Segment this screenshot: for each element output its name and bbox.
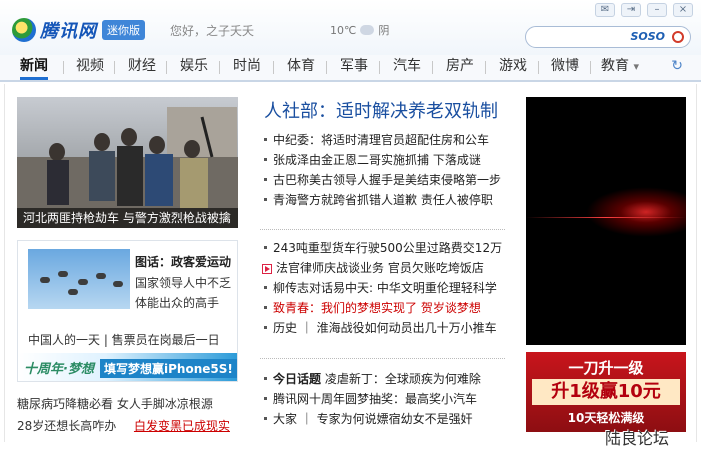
weather-desc: 阴: [378, 24, 390, 37]
headline-photo[interactable]: 河北两匪持枪劫车 与警方激烈枪战被擒: [17, 97, 238, 228]
news-list-3: 今日话题 凌虐新丁：全球顽疾为何难除 腾讯网十周年圆梦抽奖：最高奖小汽车 大家 …: [260, 369, 512, 429]
health-link-highlight[interactable]: 白发变黑已成现实: [134, 419, 230, 433]
soso-brand: SOSO: [630, 30, 665, 43]
list-item[interactable]: 张成泽由金正恩二哥实施抓捕 下落成谜: [260, 150, 512, 170]
nav-item-house[interactable]: 房产: [446, 55, 474, 80]
minimize-icon[interactable]: –: [647, 3, 667, 17]
ad-line-1: 一刀升一级: [568, 359, 644, 377]
nav-item-auto[interactable]: 汽车: [393, 55, 421, 80]
pin-icon[interactable]: ⇥: [621, 3, 641, 17]
top-bar: 腾讯网 迷你版 您好，之子夭夭 10℃ 阴 ✉ ⇥ – × SOSO: [0, 0, 701, 55]
nav-item-news[interactable]: 新闻: [20, 55, 48, 80]
feature-links[interactable]: 中国人的一天 | 售票员在岗最后一日: [28, 331, 220, 348]
cloud-icon: [360, 25, 375, 35]
watermark: 陆良论坛: [605, 429, 670, 448]
weather[interactable]: 10℃ 阴: [330, 22, 389, 38]
chevron-down-icon: ▾: [633, 60, 639, 73]
skydiving-photo[interactable]: [28, 249, 130, 309]
nav-item-education-label: 教育: [601, 58, 629, 74]
feature-box: 图话：政客爱运动 国家领导人中不乏体能出众的高手 中国人的一天 | 售票员在岗最…: [17, 240, 238, 382]
feature-title[interactable]: 图话：政客爱运动: [135, 253, 231, 270]
ad-line-2: 升1级赢10元: [532, 379, 680, 405]
banner-logo-text: 十周年·梦想: [24, 362, 94, 377]
nav-item-games[interactable]: 游戏: [499, 55, 527, 80]
ad-banner-game[interactable]: 一刀升一级 升1级赢10元 10天轻松满级: [526, 352, 686, 432]
window-controls: ✉ ⇥ – ×: [595, 3, 693, 17]
close-icon[interactable]: ×: [673, 3, 693, 17]
nav-item-sports[interactable]: 体育: [287, 55, 315, 80]
divider: [260, 358, 505, 359]
video-icon: [262, 263, 272, 274]
ad-line-3: 10天轻松满级: [567, 411, 645, 425]
list-item[interactable]: 法官律师庆战谈业务 官员欠账吃垮饭店: [260, 258, 512, 278]
list-item[interactable]: 大家 ｜ 专家为何说嫖宿幼女不是强奸: [260, 409, 512, 429]
health-links-row1[interactable]: 糖尿病巧降糖必看 女人手脚冰凉根源: [17, 395, 213, 412]
nav-item-fashion[interactable]: 时尚: [233, 55, 261, 80]
nav-item-ent[interactable]: 娱乐: [180, 55, 208, 80]
nav-bar: 新闻 视频 财经 娱乐 时尚 体育 军事 汽车 房产 游戏 微博 教育 ▾ ↻: [0, 55, 701, 82]
page-headline[interactable]: 人社部：适时解决养老双轨制: [264, 97, 498, 123]
ad-banner-dark[interactable]: [526, 97, 686, 345]
banner-text: 填写梦想赢iPhone5S!: [100, 359, 237, 378]
list-item[interactable]: 青海警方就跨省抓错人道歉 责任人被停职: [260, 190, 512, 210]
nav-item-weibo[interactable]: 微博: [551, 55, 579, 80]
search-input[interactable]: SOSO: [525, 26, 691, 48]
list-item[interactable]: 中纪委：将适时清理官员超配住房和公车: [260, 130, 512, 150]
greeting[interactable]: 您好，之子夭夭: [170, 22, 254, 39]
search-icon[interactable]: [672, 31, 684, 43]
nav-item-video[interactable]: 视频: [76, 55, 104, 80]
list-item[interactable]: 柳传志对话易中天: 中华文明重伦理轻科学: [260, 278, 512, 298]
nav-item-education[interactable]: 教育 ▾: [601, 55, 639, 80]
divider: [260, 229, 505, 230]
health-links-row2: 28岁还想长高咋办 白发变黑已成现实: [17, 417, 230, 434]
news-list-2: 243吨重型货车行驶500公里过路费交12万 法官律师庆战谈业务 官员欠账吃垮饭…: [260, 238, 512, 338]
list-item[interactable]: 致青春：我们的梦想实现了 贺岁谈梦想: [260, 298, 512, 318]
nav-item-military[interactable]: 军事: [340, 55, 368, 80]
nav-item-finance[interactable]: 财经: [128, 55, 156, 80]
logo[interactable]: 腾讯网 迷你版: [12, 17, 145, 43]
photo-caption[interactable]: 河北两匪持枪劫车 与警方激烈枪战被擒: [17, 208, 238, 228]
feature-desc[interactable]: 国家领导人中不乏体能出众的高手: [135, 273, 233, 313]
mini-badge: 迷你版: [102, 20, 145, 40]
list-item[interactable]: 243吨重型货车行驶500公里过路费交12万: [260, 238, 512, 258]
list-item[interactable]: 今日话题 凌虐新丁：全球顽疾为何难除: [260, 369, 512, 389]
qq-globe-icon: [12, 18, 36, 42]
refresh-icon[interactable]: ↻: [671, 58, 683, 74]
health-link[interactable]: 28岁还想长高咋办: [17, 419, 116, 433]
news-list-1: 中纪委：将适时清理官员超配住房和公车 张成泽由金正恩二哥实施抓捕 下落成谜 古巴…: [260, 130, 512, 210]
list-item[interactable]: 腾讯网十周年圆梦抽奖：最高奖小汽车: [260, 389, 512, 409]
message-icon[interactable]: ✉: [595, 3, 615, 17]
promo-banner[interactable]: 十周年·梦想 填写梦想赢iPhone5S!: [18, 353, 237, 381]
weather-temp: 10℃: [330, 23, 357, 37]
list-item[interactable]: 古巴称美古领导人握手是美结束侵略第一步: [260, 170, 512, 190]
list-item[interactable]: 历史 ｜ 淮海战役如何动员出几十万小推车: [260, 318, 512, 338]
logo-text: 腾讯网: [40, 21, 97, 42]
